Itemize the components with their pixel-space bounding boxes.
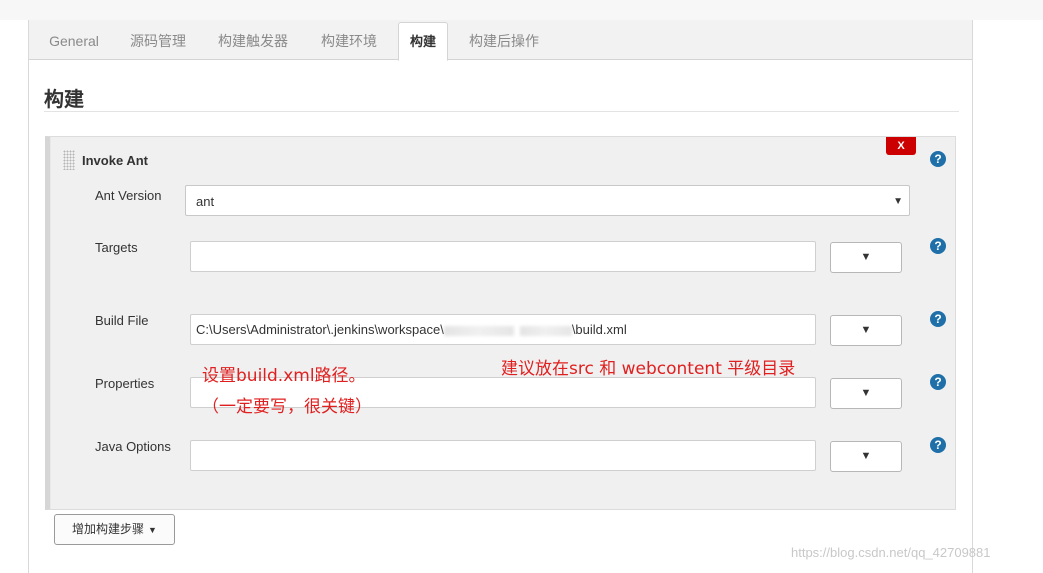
targets-input[interactable] (190, 241, 816, 272)
annotation-set-path: 设置build.xml路径。 (202, 366, 366, 386)
section-title: 构建 (44, 87, 84, 111)
build-file-input[interactable]: C:\Users\Administrator\.jenkins\workspac… (190, 314, 816, 345)
help-icon[interactable]: ? (930, 238, 946, 254)
java-options-input[interactable] (190, 440, 816, 471)
caret-down-icon: ▼ (148, 525, 157, 535)
ant-version-value: ant (196, 194, 215, 209)
build-file-label: Build File (95, 313, 149, 328)
tab-build-environment[interactable]: 构建环境 (312, 28, 386, 60)
watermark: https://blog.csdn.net/qq_42709881 (791, 545, 991, 560)
add-build-step-label: 增加构建步骤 (72, 522, 145, 536)
tab-general[interactable]: General (39, 28, 109, 60)
build-file-expand-button[interactable]: ▼ (830, 315, 902, 346)
config-tabbar: General 源码管理 构建触发器 构建环境 构建 构建后操作 (29, 20, 972, 61)
targets-expand-button[interactable]: ▼ (830, 242, 902, 273)
annotation-must-write: （一定要写，很关键） (202, 397, 372, 417)
build-file-path-prefix: C:\Users\Administrator\.jenkins\workspac… (196, 322, 444, 337)
redacted-path (443, 325, 514, 336)
annotation-suggestion: 建议放在src 和 webcontent 平级目录 (501, 359, 796, 379)
tab-post-build-actions[interactable]: 构建后操作 (460, 28, 548, 60)
top-strip (0, 0, 1043, 20)
add-build-step-button[interactable]: 增加构建步骤 ▼ (54, 514, 175, 545)
java-options-expand-button[interactable]: ▼ (830, 441, 902, 472)
java-options-label: Java Options (95, 439, 171, 454)
targets-label: Targets (95, 240, 138, 255)
chevron-down-icon: ▼ (893, 196, 903, 207)
help-icon[interactable]: ? (930, 374, 946, 390)
help-icon[interactable]: ? (930, 151, 946, 167)
tab-build-triggers[interactable]: 构建触发器 (209, 28, 297, 60)
build-file-path-suffix: \build.xml (571, 322, 627, 337)
ant-version-label: Ant Version (95, 188, 162, 203)
ant-version-select[interactable]: ant ▼ (185, 185, 910, 216)
config-panel: General 源码管理 构建触发器 构建环境 构建 构建后操作 构建 Invo… (28, 20, 973, 573)
invoke-ant-builder: Invoke Ant X ? Ant Version ant ▼ Targets… (45, 136, 956, 510)
tab-build[interactable]: 构建 (398, 22, 448, 61)
builder-title: Invoke Ant (82, 153, 148, 168)
help-icon[interactable]: ? (930, 311, 946, 327)
properties-label: Properties (95, 376, 155, 391)
drag-handle-icon[interactable] (63, 150, 75, 170)
tab-source-control[interactable]: 源码管理 (121, 28, 195, 60)
redacted-path (519, 325, 572, 336)
properties-expand-button[interactable]: ▼ (830, 378, 902, 409)
help-icon[interactable]: ? (930, 437, 946, 453)
section-divider (44, 111, 959, 112)
delete-builder-button[interactable]: X (886, 137, 916, 155)
